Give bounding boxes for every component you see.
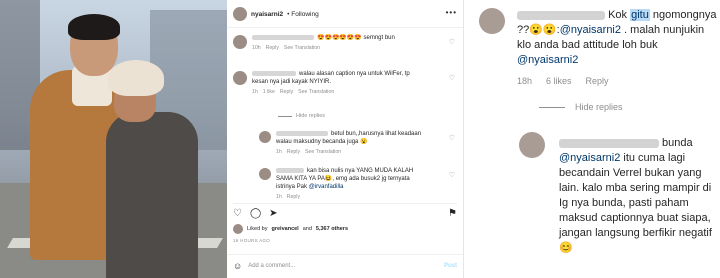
reply-link[interactable]: Reply — [287, 149, 300, 155]
redacted-username — [252, 70, 296, 76]
redacted-username — [252, 34, 314, 40]
divider-line — [278, 115, 292, 117]
follow-status[interactable]: • Following — [287, 11, 319, 18]
liked-by-user[interactable]: greivancel — [272, 226, 299, 232]
post-header: nyaisarni2 • Following — [233, 6, 319, 22]
reply-link[interactable]: Reply — [287, 194, 300, 200]
liked-by: Liked by greivancel and 5,367 others — [233, 224, 348, 234]
comment-item: 😍😍😍😍😍😍 semngt bun 10h Reply See Translat… — [233, 34, 402, 51]
avatar[interactable] — [519, 132, 545, 158]
see-translation-link[interactable]: See Translation — [284, 45, 320, 51]
comment-time: 10h — [252, 45, 261, 51]
avatar[interactable] — [233, 71, 247, 85]
post-action-bar: ♡ ◯ ➤ ⚑ — [233, 203, 457, 219]
avatar[interactable] — [479, 8, 505, 34]
man-hair — [68, 14, 120, 40]
avatar[interactable] — [233, 35, 247, 49]
like-icon[interactable]: ♡ — [449, 74, 455, 82]
mention-link[interactable]: @nyaisarni2 — [559, 152, 620, 164]
zoomed-comment-meta: 18h 6 likes Reply — [517, 76, 609, 86]
reply-time: 1h — [276, 149, 282, 155]
instagram-post-panel: nyaisarni2 • Following ••• 😍😍😍😍😍😍 semngt… — [227, 0, 464, 278]
zoomed-comment-text: Kok gitu ngomongnya ??😮😮:@nyaisarni2 . m… — [517, 8, 717, 68]
reply-link[interactable]: Reply — [266, 45, 279, 51]
hide-replies-toggle[interactable]: Hide replies — [278, 113, 325, 119]
redacted-username — [276, 130, 328, 136]
like-icon[interactable]: ♡ — [449, 38, 455, 46]
divider-line — [539, 106, 565, 108]
avatar[interactable] — [259, 131, 271, 143]
divider — [227, 27, 463, 28]
reply-link[interactable]: Reply — [586, 76, 609, 86]
comment-time: 18h — [517, 76, 533, 86]
see-translation-link[interactable]: See Translation — [298, 89, 334, 95]
reply-item: kan bisa nulis nya YANG MUDA KALAH SAMA … — [259, 167, 426, 200]
reply-text: bunda — [659, 137, 693, 149]
comment-likes[interactable]: 6 likes — [546, 76, 572, 86]
zoomed-reply-text: bunda @nyaisarni2 itu cuma lagi becandai… — [559, 136, 717, 256]
comment-text: Kok — [608, 9, 631, 21]
avatar[interactable] — [259, 168, 271, 180]
mention-link[interactable]: @irvanfadilla — [309, 184, 344, 190]
liked-by-and: and — [302, 226, 312, 232]
reply-emoji: 😮 — [360, 139, 368, 145]
woman-hat — [108, 60, 164, 96]
comment-likes[interactable]: 1 like — [263, 89, 275, 95]
comment-emoji: 😍😍😍😍😍😍 — [317, 35, 362, 41]
see-translation-link[interactable]: See Translation — [305, 149, 341, 155]
reply-text: itu cuma lagi becandain Verrel bukan yan… — [559, 152, 712, 254]
comment-time: 1h — [252, 89, 258, 95]
liked-by-prefix: Liked by — [247, 226, 268, 232]
redacted-username — [276, 167, 304, 173]
comment-text: semngt bun — [363, 35, 395, 41]
highlighted-word: gitu — [630, 9, 650, 21]
post-comment-button[interactable]: Post — [444, 263, 457, 269]
hide-replies-toggle[interactable]: Hide replies — [539, 102, 623, 112]
more-options-icon[interactable]: ••• — [446, 8, 457, 17]
add-comment-bar: ☺ Add a comment... Post — [227, 254, 463, 277]
redacted-username — [559, 138, 659, 148]
heart-icon[interactable]: ♡ — [233, 208, 242, 219]
redacted-username — [517, 10, 605, 20]
post-username[interactable]: nyaisarni2 — [251, 11, 283, 18]
reply-item: betul bun,,harusnya lihat keadaan walau … — [259, 130, 426, 155]
comment-item: walau alasan caption nya untuk WilFer, t… — [233, 70, 422, 95]
reply-link[interactable]: Reply — [280, 89, 293, 95]
like-icon[interactable]: ♡ — [449, 171, 455, 179]
post-timestamp: 16 HOURS AGO — [233, 238, 271, 243]
hide-replies-label: Hide replies — [296, 113, 326, 119]
mention-link[interactable]: @nyaisarni2 — [517, 54, 578, 66]
liked-by-others[interactable]: 5,367 others — [316, 226, 348, 232]
add-comment-input[interactable]: Add a comment... — [248, 263, 295, 269]
bookmark-icon[interactable]: ⚑ — [448, 208, 457, 219]
emoji-icon[interactable]: ☺ — [233, 261, 242, 271]
avatar[interactable] — [233, 7, 247, 21]
post-photo[interactable] — [0, 0, 227, 278]
hide-replies-label: Hide replies — [575, 102, 623, 112]
woman-figure — [106, 112, 198, 278]
share-icon[interactable]: ➤ — [269, 208, 277, 219]
zoomed-comments-panel: Kok gitu ngomongnya ??😮😮:@nyaisarni2 . m… — [465, 0, 720, 278]
mention-link[interactable]: @nyaisarni2 — [560, 24, 621, 36]
like-icon[interactable]: ♡ — [449, 134, 455, 142]
avatar[interactable] — [233, 224, 243, 234]
reply-time: 1h — [276, 194, 282, 200]
comment-icon[interactable]: ◯ — [250, 208, 261, 219]
